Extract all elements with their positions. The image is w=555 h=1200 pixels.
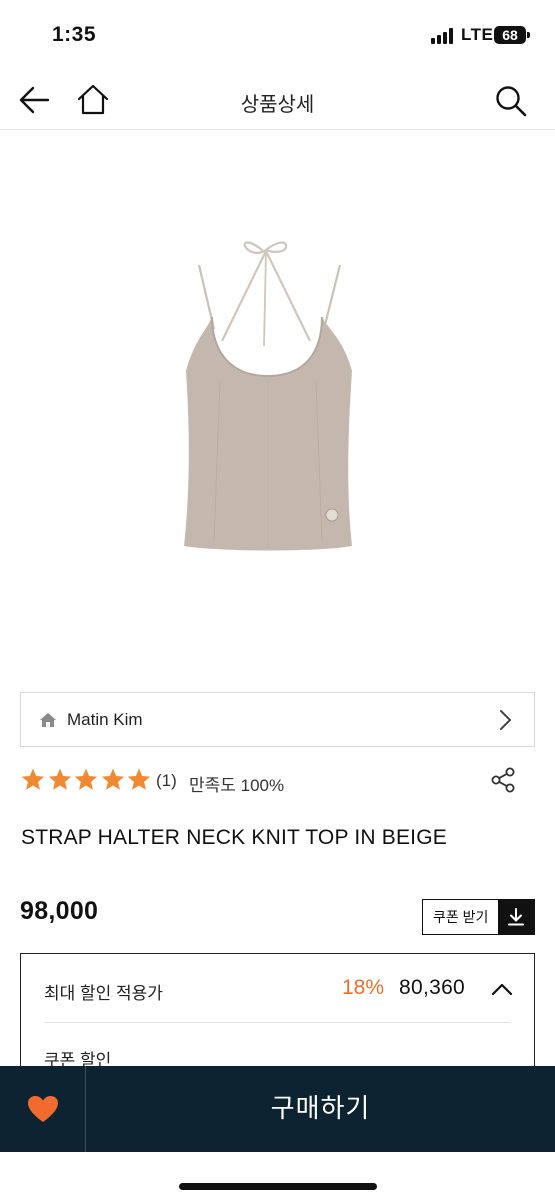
network-type: LTE — [461, 25, 494, 44]
chevron-right-icon — [498, 709, 512, 731]
star-icon — [74, 768, 98, 790]
star-icon — [21, 768, 45, 790]
status-time: 1:35 — [52, 23, 97, 46]
battery-icon: 68 — [494, 26, 526, 44]
product-title: STRAP HALTER NECK KNIT TOP IN BEIGE — [21, 826, 447, 849]
coupon-button-label: 쿠폰 받기 — [432, 909, 489, 925]
battery-tip — [527, 32, 530, 38]
discount-rate: 18% — [342, 976, 385, 999]
wishlist-button[interactable] — [0, 1066, 86, 1152]
home-indicator[interactable] — [179, 1183, 377, 1190]
star-icon — [127, 768, 151, 790]
heart-icon — [27, 1096, 58, 1122]
share-icon[interactable] — [490, 766, 518, 794]
status-bar: 1:35 LTE 68 — [0, 0, 555, 70]
chevron-up-icon[interactable] — [491, 981, 513, 997]
discounted-price: 80,360 — [399, 976, 466, 999]
max-discount-label: 최대 할인 적용가 — [44, 984, 163, 1003]
review-count[interactable]: (1) — [156, 771, 177, 791]
rating-stars[interactable] — [20, 767, 153, 793]
page-title: 상품상세 — [240, 94, 315, 116]
satisfaction-rate: 만족도 100% — [189, 776, 285, 795]
star-icon — [101, 768, 124, 790]
bottom-action-bar: 구매하기 — [0, 1066, 555, 1152]
buy-button[interactable]: 구매하기 — [86, 1088, 555, 1125]
rating-row: (1) 만족도 100% — [20, 766, 535, 796]
divider — [44, 1022, 511, 1023]
brand-home-icon — [39, 712, 57, 728]
brand-name: Matin Kim — [67, 710, 143, 729]
search-icon[interactable] — [494, 84, 528, 118]
discount-panel: 최대 할인 적용가 18% 80,360 쿠폰 할인 — [20, 953, 535, 1083]
star-icon — [48, 768, 71, 790]
download-icon — [498, 900, 534, 934]
brand-row[interactable]: Matin Kim — [20, 692, 535, 747]
coupon-download-button[interactable]: 쿠폰 받기 — [422, 899, 535, 935]
product-image[interactable] — [0, 131, 555, 679]
top-nav: 상품상세 — [0, 70, 555, 130]
product-price: 98,000 — [20, 897, 99, 925]
signal-icon — [431, 28, 455, 44]
home-indicator-zone — [0, 1152, 555, 1200]
